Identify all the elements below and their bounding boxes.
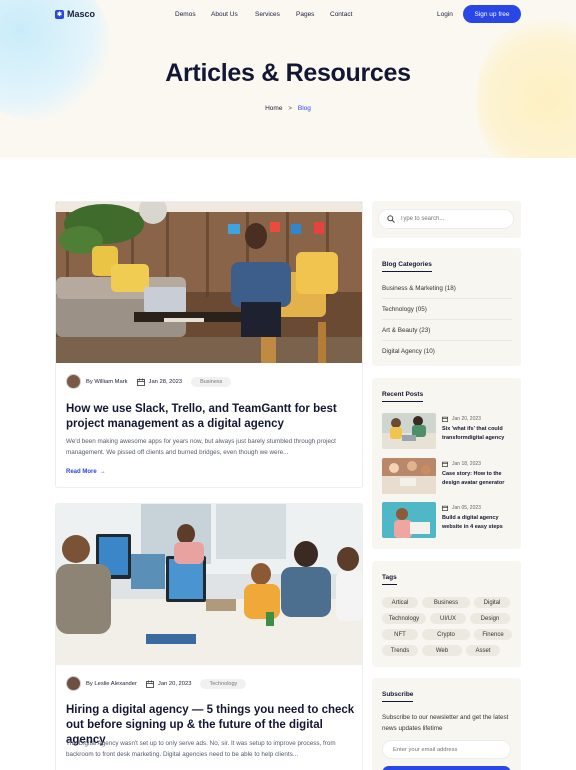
- post-author[interactable]: By Leslie Alexander: [86, 681, 137, 687]
- calendar-icon: [146, 680, 154, 688]
- nav-link-contact[interactable]: Contact: [330, 11, 352, 18]
- recent-post-date-text: Jan 05, 2023: [452, 505, 481, 511]
- recent-post-date: Jan 20, 2023: [442, 416, 514, 422]
- recent-post-date-text: Jan 20, 2023: [452, 416, 481, 422]
- post-excerpt: The Digital Agency wasn't set up to only…: [66, 740, 336, 758]
- recent-post-date: Jan 05, 2023: [442, 505, 514, 511]
- nav-link-pages[interactable]: Pages: [296, 11, 314, 18]
- read-more-label: Read More: [66, 469, 97, 475]
- recent-post-item[interactable]: Jan 05, 2023 Build a digital agency webs…: [382, 502, 514, 538]
- top-nav: ✱ Masco Demos About Us Services Pages Co…: [0, 0, 576, 30]
- arrow-right-icon: →: [99, 469, 106, 475]
- breadcrumb-separator: >: [288, 105, 293, 112]
- tag-item[interactable]: Design: [470, 613, 510, 624]
- category-item[interactable]: Technology (05): [382, 306, 512, 320]
- nav-link-demos[interactable]: Demos: [175, 11, 196, 18]
- blog-post-card[interactable]: By William Mark Jan 28, 2023 Business Ho…: [55, 201, 363, 488]
- post-tag[interactable]: Technology: [200, 678, 247, 689]
- read-more-link[interactable]: Read More →: [66, 469, 106, 475]
- tag-item[interactable]: Asset: [466, 645, 500, 656]
- breadcrumb-current: Blog: [297, 105, 311, 112]
- recent-post-date: Jan 18, 2023: [442, 461, 514, 467]
- post-date: Jan 20, 2023: [157, 680, 192, 687]
- recent-posts-heading: Recent Posts: [382, 391, 424, 402]
- recent-post-title[interactable]: Case story: How to the design avatar gen…: [442, 470, 514, 487]
- recent-post-date-text: Jan 18, 2023: [452, 461, 481, 467]
- tag-item[interactable]: NFT: [382, 629, 418, 640]
- recent-post-title[interactable]: Build a digital agency website in 4 easy…: [442, 514, 514, 531]
- post-author[interactable]: By William Mark: [86, 379, 128, 385]
- sidebar-search-widget: [372, 201, 521, 238]
- post-tag[interactable]: Business: [191, 376, 232, 387]
- search-icon: [387, 215, 395, 223]
- breadcrumb: Home > Blog: [0, 105, 576, 112]
- email-input[interactable]: [393, 746, 503, 753]
- post-meta: By William Mark Jan 28, 2023 Business: [66, 374, 232, 389]
- subscribe-description: Subscribe to our newsletter and get the …: [382, 714, 509, 732]
- subscribe-button[interactable]: [382, 766, 511, 770]
- calendar-icon: [442, 461, 448, 467]
- recent-post-item[interactable]: Jan 18, 2023 Case story: How to the desi…: [382, 458, 514, 494]
- email-field-wrapper[interactable]: [382, 740, 511, 759]
- category-item[interactable]: Digital Agency (10): [382, 348, 512, 361]
- tag-item[interactable]: Crypto: [422, 629, 470, 640]
- tag-item[interactable]: Technology: [382, 613, 426, 624]
- category-item[interactable]: Business & Marketing (18): [382, 285, 512, 299]
- tag-item[interactable]: Web: [422, 645, 462, 656]
- calendar-icon: [442, 505, 448, 511]
- brand-name: Masco: [67, 9, 96, 19]
- sidebar-recent-posts-widget: Recent Posts Jan 20, 2023 Six 'what ifs'…: [372, 378, 521, 549]
- post-image[interactable]: [56, 202, 362, 363]
- signup-button[interactable]: Sign up free: [463, 5, 521, 23]
- subscribe-heading: Subscribe: [382, 691, 414, 702]
- tag-item[interactable]: Artical: [382, 597, 418, 608]
- sidebar-categories-widget: Blog Categories Business & Marketing (18…: [372, 248, 521, 366]
- post-title[interactable]: How we use Slack, Trello, and TeamGantt …: [66, 402, 356, 432]
- page-title: Articles & Resources: [165, 59, 411, 87]
- calendar-icon: [136, 378, 145, 386]
- hero-blob-right: [476, 20, 576, 158]
- nav-link-about[interactable]: About Us: [211, 11, 238, 18]
- post-excerpt: We'd been making awesome apps for years …: [66, 438, 336, 456]
- calendar-icon: [442, 416, 448, 422]
- search-input[interactable]: [400, 216, 510, 222]
- post-image[interactable]: [56, 504, 362, 665]
- tag-item[interactable]: UI/UX: [430, 613, 466, 624]
- login-link[interactable]: Login: [437, 11, 453, 18]
- brand-logo[interactable]: ✱ Masco: [55, 9, 95, 19]
- hero-section: ✱ Masco Demos About Us Services Pages Co…: [0, 0, 576, 158]
- recent-post-thumbnail[interactable]: [382, 502, 436, 538]
- sidebar-tags-widget: Tags Artical Business Digital Technology…: [372, 561, 521, 667]
- category-item[interactable]: Art & Beauty (23): [382, 327, 512, 341]
- categories-heading: Blog Categories: [382, 261, 432, 272]
- author-avatar: [66, 374, 81, 389]
- recent-post-title[interactable]: Six 'what ifs' that could transformdigit…: [442, 425, 514, 442]
- post-date: Jan 28, 2023: [148, 378, 183, 385]
- tag-item[interactable]: Trends: [382, 645, 418, 656]
- tag-item[interactable]: Business: [422, 597, 470, 608]
- blog-post-card[interactable]: By Leslie Alexander Jan 20, 2023 Technol…: [55, 503, 363, 770]
- recent-post-thumbnail[interactable]: [382, 458, 436, 494]
- author-avatar: [66, 676, 81, 691]
- tag-item[interactable]: Finence: [474, 629, 512, 640]
- search-box[interactable]: [378, 209, 514, 229]
- breadcrumb-home[interactable]: Home: [265, 105, 282, 112]
- logo-icon: ✱: [55, 9, 64, 19]
- post-meta: By Leslie Alexander Jan 20, 2023 Technol…: [66, 676, 247, 691]
- tag-item[interactable]: Digital: [474, 597, 510, 608]
- recent-post-thumbnail[interactable]: [382, 413, 436, 449]
- nav-link-services[interactable]: Services: [255, 11, 280, 18]
- tags-heading: Tags: [382, 574, 397, 585]
- recent-post-item[interactable]: Jan 20, 2023 Six 'what ifs' that could t…: [382, 413, 514, 449]
- sidebar-subscribe-widget: Subscribe Subscribe to our newsletter an…: [372, 678, 521, 770]
